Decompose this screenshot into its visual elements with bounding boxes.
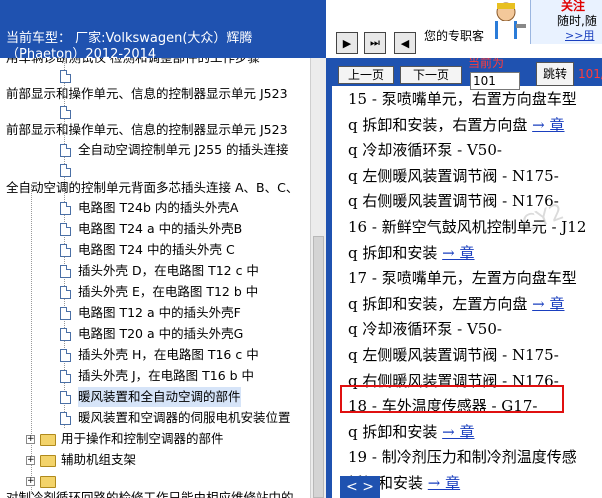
- vehicle-header: 当前车型： 厂家:Volkswagen(大众）辉腾 （Phaeton）2012-…: [0, 0, 326, 58]
- document-line-text: q 冷却液循环泵 - V50-: [348, 141, 502, 160]
- document-icon: [60, 106, 71, 119]
- document-line-text: q 拆卸和安装，左置方向盘: [348, 294, 528, 313]
- document-icon: [60, 391, 71, 404]
- advertisement[interactable]: 关注 随时,随 >>用: [486, 0, 602, 44]
- document-icon: [60, 202, 71, 215]
- document-line-text: 17 - 泵喷嘴单元，左置方向盘车型: [348, 269, 577, 288]
- tree-item-label: 全自动空调的控制单元背面多芯插头连接 A、B、C、: [6, 180, 299, 195]
- page-controls: 上一页 下一页 当前为 跳转 101/: [326, 58, 602, 90]
- current-page-label: 当前为: [468, 58, 505, 70]
- play-icon-glyph: ▶: [342, 36, 352, 50]
- document-line: 15 - 泵喷嘴单元，右置方向盘车型: [348, 88, 577, 109]
- tree-item-label: 全自动空调控制单元 J255 的插头连接: [78, 142, 289, 157]
- document-line: q 右侧暖风装置调节阀 - N176-: [348, 190, 559, 211]
- prev-page-button[interactable]: 上一页: [338, 66, 394, 84]
- document-line[interactable]: q 拆卸和安装 → 章: [348, 242, 475, 263]
- document-line-text: 15 - 泵喷嘴单元，右置方向盘车型: [348, 90, 577, 108]
- document-icon: [60, 370, 71, 383]
- document-icon: [60, 412, 71, 425]
- tree-item-label: 辅助机组支架: [61, 452, 137, 467]
- document-line: q 冷却液循环泵 - V50-: [348, 139, 502, 160]
- document-line-text: q 冷却液循环泵 - V50-: [348, 320, 502, 339]
- topic-tree: 用车辆诊断测试仪 检测和调整部件的工作步骤 前部显示和操作单元、信息的控制器显示…: [0, 58, 326, 498]
- play-icon[interactable]: ▶: [336, 32, 358, 54]
- expand-icon[interactable]: +: [26, 435, 35, 444]
- document-line: q 冷却液循环泵 - V50-: [348, 318, 502, 339]
- document-line-text: 19 - 制冷剂压力和制冷剂温度传感: [348, 448, 577, 467]
- folder-icon: [40, 455, 56, 467]
- expand-icon[interactable]: +: [26, 456, 35, 465]
- tree-item-label: 暖风装置和空调器的伺服电机安装位置: [78, 410, 291, 425]
- tree-item-label: 电路图 T24 中的插头外壳 C: [78, 242, 235, 257]
- document-icon: [60, 223, 71, 236]
- document-line[interactable]: q 拆卸和安装，左置方向盘 → 章: [348, 293, 565, 314]
- tree-item-label: 电路图 T20 a 中的插头外壳G: [78, 326, 244, 341]
- document-panel: 上一页 下一页 当前为 跳转 101/ 15 - 泵喷嘴单元，右置方向盘车型 q …: [326, 58, 602, 498]
- document-line[interactable]: q 拆卸和安装 → 章: [348, 421, 475, 442]
- document-icon: [60, 265, 71, 278]
- tree-item-label: 电路图 T24 a 中的插头外壳B: [78, 221, 243, 236]
- page-count: 101/: [578, 67, 602, 81]
- jump-button[interactable]: 跳转: [536, 62, 574, 86]
- chapter-link[interactable]: → 章: [532, 116, 564, 134]
- back-icon-glyph: ◀: [400, 36, 410, 50]
- document-icon: [60, 164, 71, 177]
- document-line[interactable]: q 拆卸和安装，右置方向盘 → 章: [348, 114, 565, 135]
- document-left-border: [326, 86, 332, 498]
- ad-link[interactable]: >>用: [565, 27, 594, 43]
- chapter-link[interactable]: → 章: [442, 423, 474, 441]
- tree-item-label: 插头外壳 H，在电路图 T16 c 中: [78, 347, 259, 362]
- document-icon: [60, 144, 71, 157]
- next-page-button[interactable]: 下一页: [400, 66, 462, 84]
- document-line-text: q 左侧暖风装置调节阀 - N175-: [348, 346, 559, 364]
- document-icon: [60, 349, 71, 362]
- highlight-box: [340, 385, 564, 413]
- skip-forward-icon[interactable]: ⏭: [364, 32, 386, 54]
- tree-item-label: 前部显示和操作单元、信息的控制器显示单元 J523: [6, 86, 288, 101]
- skip-forward-icon-glyph: ⏭: [370, 36, 380, 49]
- document-icon: [60, 286, 71, 299]
- back-icon[interactable]: ◀: [394, 32, 416, 54]
- folder-icon: [40, 434, 56, 446]
- tree-item-label: 暖风装置和全自动空调的部件: [78, 387, 241, 407]
- document-icon: [60, 244, 71, 257]
- tree-item-label: 插头外壳 E，在电路图 T12 b 中: [78, 284, 259, 299]
- document-icon: [60, 328, 71, 341]
- tree-item-label: 用车辆诊断测试仪 检测和调整部件的工作步骤: [6, 58, 260, 68]
- document-content: 15 - 泵喷嘴单元，右置方向盘车型 q 拆卸和安装，右置方向盘 → 章 q 冷却液…: [326, 86, 602, 498]
- tree-item-label: 插头外壳 J，在电路图 T16 b 中: [78, 368, 255, 383]
- expert-service-text: 您的专职客: [424, 29, 485, 43]
- document-icon: [60, 70, 71, 83]
- folder-icon: [40, 476, 56, 488]
- tree-item-label: 插头外壳 D，在电路图 T12 c 中: [78, 263, 259, 278]
- tree-item-label: 前部显示和操作单元、信息的控制器显示单元 J523: [6, 122, 288, 137]
- document-icon: [60, 307, 71, 320]
- tree-scrollbar[interactable]: [310, 58, 326, 498]
- chapter-link[interactable]: → 章: [442, 244, 474, 262]
- document-line-text: q 拆卸和安装: [348, 243, 438, 262]
- document-line: 19 - 制冷剂压力和制冷剂温度传感: [348, 446, 577, 467]
- tree-item-label: 对制冷剂循环回路的检修工作只能由相应维修站中的: [6, 490, 294, 498]
- chapter-link[interactable]: → 章: [428, 474, 460, 492]
- ad-panel: 关注 随时,随 >>用: [530, 0, 602, 44]
- document-line-text: q 左侧暖风装置调节阀 - N175-: [348, 166, 559, 185]
- tree-guide-line: [31, 184, 32, 494]
- mascot-icon: [495, 2, 526, 39]
- app-window: 当前车型： 厂家:Volkswagen(大众）辉腾 （Phaeton）2012-…: [0, 0, 602, 498]
- document-line-text: q 拆卸和安装，右置方向盘: [348, 115, 528, 134]
- tree-item-label: 用于操作和控制空调器的部件: [61, 431, 224, 446]
- document-line: 17 - 泵喷嘴单元，左置方向盘车型: [348, 267, 577, 288]
- pager-button[interactable]: < >: [340, 476, 380, 498]
- document-line: q 左侧暖风装置调节阀 - N175-: [348, 344, 559, 365]
- tree-item-label: 电路图 T24b 内的插头外壳A: [78, 200, 239, 215]
- document-line-text: q 拆卸和安装: [348, 422, 438, 441]
- tree-item-label: 电路图 T12 a 中的插头外壳F: [78, 305, 241, 320]
- document-line: q 左侧暖风装置调节阀 - N175-: [348, 165, 559, 186]
- expand-icon[interactable]: +: [26, 477, 35, 486]
- chapter-link[interactable]: → 章: [532, 295, 564, 313]
- document-line-text: q 右侧暖风装置调节阀 - N176-: [348, 192, 559, 211]
- nav-strip: ▶ ⏭ ◀ 您的专职客 关注 随时,随 >>用: [326, 0, 602, 58]
- scrollbar-thumb[interactable]: [313, 236, 324, 498]
- current-vehicle-years: （Phaeton）2012-2014: [6, 47, 157, 58]
